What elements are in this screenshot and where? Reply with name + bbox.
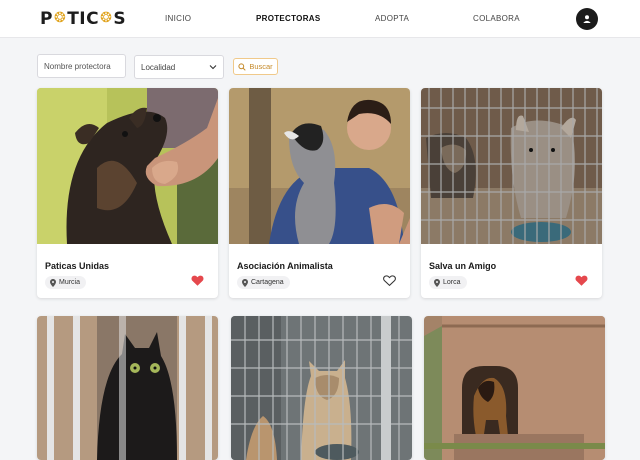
- nav-link-inicio[interactable]: INICIO: [165, 14, 191, 23]
- shelter-card[interactable]: Salva un Amigo Lorca: [421, 88, 602, 298]
- chevron-down-icon: [209, 65, 217, 70]
- locality-select[interactable]: Localidad: [134, 55, 224, 79]
- shelter-name: Paticas Unidas: [45, 261, 110, 271]
- shelter-card[interactable]: [37, 316, 218, 460]
- location-label: Cartagena: [251, 279, 284, 286]
- top-navbar: P ❂ TIC ❂ S INICIO PROTECTORAS ADOPTA COLABO…: [0, 0, 640, 38]
- shelter-photo: [424, 316, 605, 460]
- search-icon: [238, 62, 246, 71]
- location-pin-icon: [50, 278, 56, 287]
- nav-link-protectoras[interactable]: PROTECTORAS: [256, 14, 321, 23]
- location-badge: Lorca: [429, 276, 467, 289]
- shelter-card[interactable]: Asociación Animalista Cartagena: [229, 88, 410, 298]
- location-label: Lorca: [443, 279, 461, 286]
- shelter-card[interactable]: Paticas Unidas Murcia: [37, 88, 218, 298]
- search-button[interactable]: Buscar: [233, 58, 278, 75]
- location-badge: Murcia: [45, 276, 87, 289]
- nav-link-colabora[interactable]: COLABORA: [473, 14, 520, 23]
- shelter-card[interactable]: [231, 316, 412, 460]
- favorite-heart-filled-icon[interactable]: [191, 274, 204, 287]
- shelter-name: Salva un Amigo: [429, 261, 497, 271]
- shelter-photo: [37, 316, 218, 460]
- locality-select-label: Localidad: [141, 62, 176, 72]
- shelter-name-input[interactable]: [37, 54, 126, 78]
- shelter-card[interactable]: [424, 316, 605, 460]
- shelter-photo: [229, 88, 410, 244]
- shelter-photo: [37, 88, 218, 244]
- paw-icon: ❂: [100, 10, 113, 26]
- shelter-photo: [231, 316, 412, 460]
- user-icon: [583, 15, 591, 23]
- shelter-photo: [421, 88, 602, 244]
- search-button-label: Buscar: [249, 62, 273, 71]
- shelter-name: Asociación Animalista: [237, 261, 333, 271]
- location-label: Murcia: [59, 279, 81, 286]
- location-pin-icon: [434, 278, 440, 287]
- paw-icon: ❂: [53, 10, 67, 26]
- location-badge: Cartagena: [237, 276, 290, 289]
- brand-logo[interactable]: P ❂ TIC ❂ S: [40, 8, 126, 30]
- favorite-heart-filled-icon[interactable]: [575, 274, 588, 287]
- user-avatar-button[interactable]: [576, 8, 598, 30]
- favorite-heart-outline-icon[interactable]: [383, 274, 396, 287]
- nav-link-adopta[interactable]: ADOPTA: [375, 14, 409, 23]
- location-pin-icon: [242, 278, 248, 287]
